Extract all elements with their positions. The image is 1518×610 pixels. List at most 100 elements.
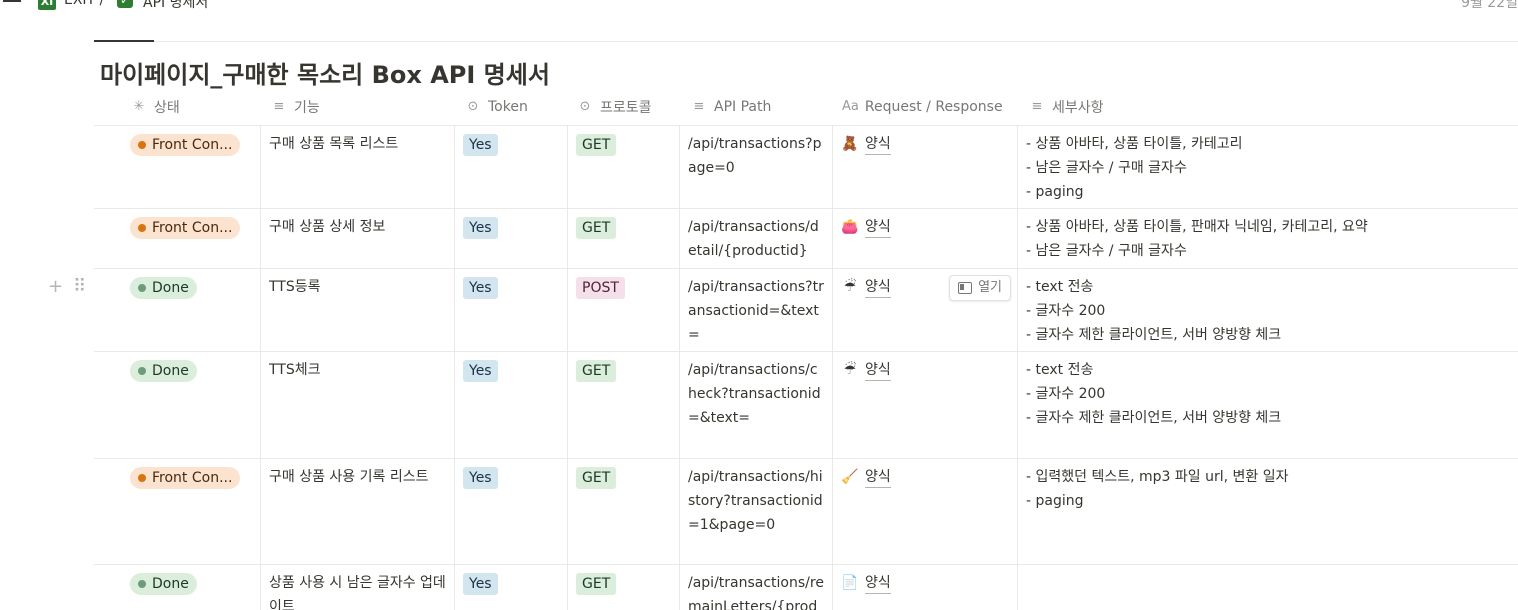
status-cell[interactable]: Done xyxy=(122,269,261,351)
protocol-tag: GET xyxy=(576,467,617,489)
token-cell[interactable]: Yes xyxy=(455,352,568,458)
protocol-cell[interactable]: GET xyxy=(568,209,680,268)
umbrella-icon: ☔ xyxy=(843,279,857,295)
drag-handle-icon[interactable]: ⠿ xyxy=(73,276,86,297)
token-cell[interactable]: Yes xyxy=(455,209,568,268)
checkbox-icon: ✓ xyxy=(117,0,133,8)
database-table: ✳ 상태 ≡ 기능 ⊙ Token ⊙ 프로토콜 ≡ API Path Aa Request… xyxy=(94,88,1518,610)
feature-cell[interactable]: 구매 상품 사용 기록 리스트 xyxy=(261,459,455,564)
page-link[interactable]: 양식 xyxy=(865,467,891,488)
open-page-button[interactable]: 열기 xyxy=(949,275,1011,301)
database-title[interactable]: 마이페이지_구매한 목소리 Box API 명세서 xyxy=(100,55,550,90)
text-lines-icon: ≡ xyxy=(1031,99,1043,114)
protocol-cell[interactable]: GET xyxy=(568,352,680,458)
feature-cell[interactable]: 구매 상품 상세 정보 xyxy=(261,209,455,268)
divider xyxy=(94,41,1518,42)
api-path-cell[interactable]: /api/transactions/detail/{productid} xyxy=(680,209,833,268)
breadcrumb-api-spec[interactable]: API 명세서 xyxy=(143,0,208,12)
page-link[interactable]: 양식 xyxy=(865,573,891,594)
broom-icon: 🧹 xyxy=(841,469,859,485)
api-path-cell[interactable]: /api/transactions/check?transactionid=&t… xyxy=(680,352,833,458)
token-tag: Yes xyxy=(463,134,498,156)
column-header-token[interactable]: ⊙ Token xyxy=(464,88,528,125)
feature-cell[interactable]: 상품 사용 시 남은 글자수 업데이트 xyxy=(261,565,455,610)
text-lines-icon: ≡ xyxy=(693,99,705,114)
status-cell[interactable]: Front Con... xyxy=(122,126,261,208)
protocol-tag: GET xyxy=(576,573,617,595)
page-link[interactable]: 양식 xyxy=(865,217,891,238)
add-row-icon[interactable]: + xyxy=(48,276,63,297)
feature-cell[interactable]: 구매 상품 목록 리스트 xyxy=(261,126,455,208)
status-badge: Done xyxy=(130,360,197,382)
teddy-bear-icon: 🧸 xyxy=(841,136,859,152)
protocol-tag: GET xyxy=(576,217,617,239)
page-link[interactable]: 양식 xyxy=(865,277,891,298)
column-header-status[interactable]: ✳ 상태 xyxy=(130,88,180,125)
column-header-request-response[interactable]: Aa Request / Response xyxy=(842,88,1003,125)
api-path-cell[interactable]: /api/transactions?transactionid=&text= xyxy=(680,269,833,351)
loading-icon: ✳ xyxy=(133,99,145,114)
protocol-cell[interactable]: GET xyxy=(568,565,680,610)
details-cell[interactable] xyxy=(1018,565,1518,610)
workspace-icon: XI xyxy=(38,0,56,10)
api-path-cell[interactable]: /api/transactions/remainLetters/{prod xyxy=(680,565,833,610)
column-header-feature[interactable]: ≡ 기능 xyxy=(270,88,320,125)
table-row[interactable]: Front Con... 구매 상품 목록 리스트 Yes GET /api/t… xyxy=(94,126,1518,209)
protocol-cell[interactable]: POST xyxy=(568,269,680,351)
table-row[interactable]: Front Con... 구매 상품 사용 기록 리스트 Yes GET /ap… xyxy=(94,459,1518,565)
status-badge: Front Con... xyxy=(130,467,241,489)
page-link[interactable]: 양식 xyxy=(865,134,891,155)
token-cell[interactable]: Yes xyxy=(455,269,568,351)
request-response-cell[interactable]: 👛 양식 xyxy=(833,209,1018,268)
token-tag: Yes xyxy=(463,360,498,382)
select-icon: ⊙ xyxy=(467,99,479,114)
token-cell[interactable]: Yes xyxy=(455,126,568,208)
page-icon: 📄 xyxy=(841,575,859,591)
status-badge: Front Con... xyxy=(130,217,241,239)
protocol-tag: GET xyxy=(576,134,617,156)
status-cell[interactable]: Done xyxy=(122,352,261,458)
token-cell[interactable]: Yes xyxy=(455,459,568,564)
details-cell[interactable]: - 상품 아바타, 상품 타이틀, 판매자 닉네임, 카테고리, 요약 - 남은… xyxy=(1018,209,1518,268)
umbrella-icon: ☔ xyxy=(843,362,857,378)
status-cell[interactable]: Front Con... xyxy=(122,209,261,268)
details-cell[interactable]: - 상품 아바타, 상품 타이틀, 카테고리 - 남은 글자수 / 구매 글자수… xyxy=(1018,126,1518,208)
protocol-cell[interactable]: GET xyxy=(568,126,680,208)
column-header-api-path[interactable]: ≡ API Path xyxy=(690,88,772,125)
status-cell[interactable]: Done xyxy=(122,565,261,610)
view-tab-underline xyxy=(94,40,154,42)
request-response-cell[interactable]: ☔ 양식 xyxy=(833,352,1018,458)
request-response-cell[interactable]: 🧹 양식 xyxy=(833,459,1018,564)
text-lines-icon: ≡ xyxy=(273,99,285,114)
page-link[interactable]: 양식 xyxy=(865,360,891,381)
table-header: ✳ 상태 ≡ 기능 ⊙ Token ⊙ 프로토콜 ≡ API Path Aa Request… xyxy=(94,88,1518,126)
feature-cell[interactable]: TTS체크 xyxy=(261,352,455,458)
breadcrumb-exit[interactable]: EXIT / xyxy=(64,0,104,8)
column-header-details[interactable]: ≡ 세부사항 xyxy=(1028,88,1104,125)
token-cell[interactable]: Yes xyxy=(455,565,568,610)
column-header-protocol[interactable]: ⊙ 프로토콜 xyxy=(576,88,652,125)
menu-icon[interactable] xyxy=(3,0,21,12)
table-row[interactable]: Done TTS등록 Yes POST /api/transactions?tr… xyxy=(94,269,1518,352)
request-response-cell[interactable]: 📄 양식 xyxy=(833,565,1018,610)
table-row[interactable]: Front Con... 구매 상품 상세 정보 Yes GET /api/tr… xyxy=(94,209,1518,269)
token-tag: Yes xyxy=(463,217,498,239)
request-response-cell[interactable]: 🧸 양식 xyxy=(833,126,1018,208)
details-cell[interactable]: - text 전송 - 글자수 200 - 글자수 제한 클라이언트, 서버 양… xyxy=(1018,352,1518,458)
feature-cell[interactable]: TTS등록 xyxy=(261,269,455,351)
protocol-tag: POST xyxy=(576,277,625,299)
token-tag: Yes xyxy=(463,573,498,595)
request-response-cell[interactable]: ☔ 양식 열기 xyxy=(833,269,1018,351)
details-cell[interactable]: - 입력했던 텍스트, mp3 파일 url, 변환 일자 - paging xyxy=(1018,459,1518,564)
protocol-cell[interactable]: GET xyxy=(568,459,680,564)
purse-icon: 👛 xyxy=(841,219,859,235)
side-peek-icon xyxy=(958,282,973,294)
api-path-cell[interactable]: /api/transactions?page=0 xyxy=(680,126,833,208)
table-row[interactable]: Done TTS체크 Yes GET /api/transactions/che… xyxy=(94,352,1518,459)
details-cell[interactable]: - text 전송 - 글자수 200 - 글자수 제한 클라이언트, 서버 양… xyxy=(1018,269,1518,351)
table-row[interactable]: Done 상품 사용 시 남은 글자수 업데이트 Yes GET /api/tr… xyxy=(94,565,1518,610)
row-handles: + ⠿ xyxy=(48,276,86,297)
api-path-cell[interactable]: /api/transactions/history?transactionid=… xyxy=(680,459,833,564)
status-cell[interactable]: Front Con... xyxy=(122,459,261,564)
top-bar: XI EXIT / ✓ API 명세서 9월 22일 xyxy=(0,0,1518,16)
